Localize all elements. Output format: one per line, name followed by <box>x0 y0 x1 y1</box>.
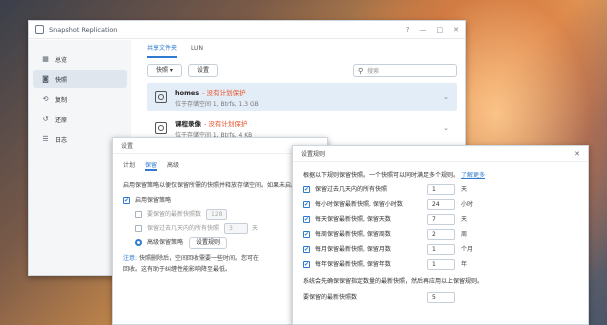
rule-value-input[interactable]: 1 <box>427 243 455 255</box>
overview-icon: ▦ <box>42 55 49 63</box>
rule-checkbox[interactable]: ✔ <box>303 200 310 208</box>
maximize-icon[interactable]: □ <box>437 26 444 34</box>
app-icon <box>35 25 44 34</box>
sidebar-item-restore[interactable]: ↺ 还原 <box>33 110 127 128</box>
item-status: - 没有计划保护 <box>204 119 248 128</box>
chevron-down-icon[interactable]: ⌄ <box>443 124 449 132</box>
keep-days-label: 保留过去几天内的所有快照 <box>147 225 220 232</box>
chevron-down-icon[interactable]: ⌄ <box>443 93 449 101</box>
rule-unit: 周 <box>461 230 468 238</box>
sidebar-item-overview[interactable]: ▦ 总览 <box>33 50 127 68</box>
sidebar-item-label: 日志 <box>55 136 68 144</box>
rule-unit: 年 <box>461 260 468 268</box>
latest-snapshots-label: 要保留的最新快照数 <box>147 211 202 218</box>
content-tabs: 共享文件夹 LUN <box>139 40 465 58</box>
item-details: 位于存储空间 1, Btrfs, 1.3 GB <box>175 100 259 108</box>
rule-row: ✔ 每小时保留最新快照, 保留小时数 24 小时 <box>303 197 578 211</box>
learn-more-link[interactable]: 了解更多 <box>461 172 485 179</box>
toolbar: 快照 ▾ 设置 ⚲ 搜索 <box>139 58 465 83</box>
tab-schedule[interactable]: 计划 <box>123 160 135 172</box>
snapshot-dropdown-button[interactable]: 快照 ▾ <box>147 64 182 77</box>
rules-footer: 系统会先确保保留指定数量的最新快照，然后再应用以上保留规则。 <box>303 278 484 285</box>
rule-value-input[interactable]: 24 <box>427 198 455 210</box>
rule-value-input[interactable]: 2 <box>427 228 455 240</box>
tab-shared-folders[interactable]: 共享文件夹 <box>147 40 178 58</box>
enable-retention-label: 启用保留策略 <box>135 197 172 204</box>
rule-unit: 天 <box>461 185 468 193</box>
rule-value-input[interactable]: 7 <box>427 213 455 225</box>
sidebar-item-label: 还原 <box>55 116 68 124</box>
rule-label: 每月保留最新快照, 保留月数 <box>315 245 391 253</box>
title-bar: Snapshot Replication ? — □ ✕ <box>29 21 465 39</box>
search-placeholder: 搜索 <box>367 68 380 75</box>
note-text-continued: 回收。这有助于纠缠性能影响降至最低。 <box>123 266 232 273</box>
rule-row: ✔ 每天保留最新快照, 保留天数 7 天 <box>303 212 578 226</box>
min-keep-input[interactable]: 5 <box>427 291 455 303</box>
camera-icon: ◙ <box>42 75 49 83</box>
set-rules-dialog: 设置规则 ✕ 根据以下规则保留快照。一个快照可以同时满足多个规则。 了解更多 ✔… <box>292 145 589 325</box>
minimize-icon[interactable]: — <box>420 26 427 34</box>
replication-icon: ⟲ <box>42 95 49 103</box>
restore-icon: ↺ <box>42 115 49 123</box>
note-label: 注意: <box>123 255 138 262</box>
keep-days-checkbox[interactable] <box>135 225 142 232</box>
rule-checkbox[interactable]: ✔ <box>303 245 310 253</box>
item-name: 课程录像 <box>175 119 201 128</box>
tab-lun[interactable]: LUN <box>191 40 203 58</box>
latest-snapshots-checkbox[interactable] <box>135 211 142 218</box>
rule-value-input[interactable]: 1 <box>427 258 455 270</box>
set-rules-button[interactable]: 设置规则 <box>189 236 228 249</box>
search-input[interactable]: ⚲ 搜索 <box>353 64 457 77</box>
enable-retention-checkbox[interactable]: ✔ <box>123 197 130 204</box>
help-icon[interactable]: ? <box>406 26 410 34</box>
latest-snapshots-input[interactable]: 128 <box>206 209 228 220</box>
rule-unit: 天 <box>461 215 468 223</box>
rule-value-input[interactable]: 1 <box>427 183 455 195</box>
rule-label: 每小时保留最新快照, 保留小时数 <box>315 200 403 208</box>
note-text: 快照删除后，空间回收需要一些时间。您可在 <box>138 255 259 262</box>
log-icon: ☰ <box>42 135 49 143</box>
min-keep-row: 要保留的最新快照数 5 <box>303 290 578 304</box>
rule-row: ✔ 保留过去几天内的所有快照 1 天 <box>303 182 578 196</box>
rule-label: 每周保留最新快照, 保留周数 <box>315 230 391 238</box>
rule-row: ✔ 每年保留最新快照, 保留年数 1 年 <box>303 257 578 271</box>
tab-advanced[interactable]: 高级 <box>167 160 179 172</box>
rule-checkbox[interactable]: ✔ <box>303 215 310 223</box>
settings-button[interactable]: 设置 <box>187 64 218 77</box>
rule-row: ✔ 每周保留最新快照, 保留周数 2 周 <box>303 227 578 241</box>
shared-folder-icon <box>155 91 167 103</box>
sidebar-item-replication[interactable]: ⟲ 复制 <box>33 90 127 108</box>
sidebar-item-label: 总览 <box>55 56 68 64</box>
rule-checkbox[interactable]: ✔ <box>303 230 310 238</box>
advanced-retention-radio[interactable] <box>135 239 142 246</box>
sidebar-item-label: 快照 <box>55 76 68 84</box>
list-item[interactable]: homes - 没有计划保护 位于存储空间 1, Btrfs, 1.3 GB ⌄ <box>147 83 457 111</box>
keep-days-input[interactable]: 3 <box>224 223 249 234</box>
rule-label: 每年保留最新快照, 保留年数 <box>315 260 391 268</box>
tab-retention[interactable]: 保留 <box>145 160 158 171</box>
window-title: Snapshot Replication <box>49 25 118 34</box>
rule-label: 保留过去几天内的所有快照 <box>315 185 388 193</box>
retention-description: 启用保留策略以便仅保留所需的快照并释放存储空间。如果未启用 <box>123 182 298 189</box>
keep-days-unit: 天 <box>252 225 259 232</box>
close-icon[interactable]: ✕ <box>453 26 459 34</box>
shared-folder-icon <box>155 122 167 134</box>
rule-label: 每天保留最新快照, 保留天数 <box>315 215 391 223</box>
rule-unit: 小时 <box>461 200 474 208</box>
rule-checkbox[interactable]: ✔ <box>303 185 310 193</box>
item-name: homes <box>175 88 200 97</box>
min-keep-label: 要保留的最新快照数 <box>303 293 358 301</box>
close-icon[interactable]: ✕ <box>574 150 580 158</box>
rules-intro: 根据以下规则保留快照。一个快照可以同时满足多个规则。 <box>303 172 460 179</box>
rule-unit: 个月 <box>461 245 474 253</box>
dialog-title: 设置规则 <box>301 151 326 158</box>
rule-row: ✔ 每月保留最新快照, 保留月数 1 个月 <box>303 242 578 256</box>
rule-checkbox[interactable]: ✔ <box>303 260 310 268</box>
search-icon: ⚲ <box>358 66 364 75</box>
sidebar-item-snapshots[interactable]: ◙ 快照 <box>33 70 127 88</box>
advanced-retention-label: 高级保留策略 <box>147 239 184 246</box>
sidebar-item-label: 复制 <box>55 96 68 104</box>
item-status: - 没有计划保护 <box>202 88 246 97</box>
